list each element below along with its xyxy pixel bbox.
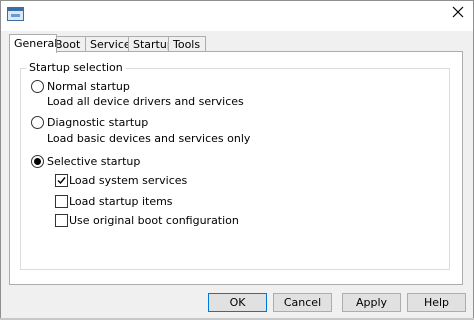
dialog-body: General Boot Services Startup Tools Star…: [1, 31, 473, 319]
normal-startup-description: Load all device drivers and services: [47, 95, 244, 108]
load-system-services-checkbox[interactable]: [55, 174, 68, 187]
selective-startup-radio[interactable]: [31, 155, 44, 168]
title-bar[interactable]: [1, 1, 473, 31]
selective-startup-label[interactable]: Selective startup: [47, 155, 140, 168]
cancel-button[interactable]: Cancel: [273, 293, 332, 312]
tab-general[interactable]: General: [9, 34, 57, 53]
normal-startup-label[interactable]: Normal startup: [47, 80, 130, 93]
close-icon: [452, 6, 464, 18]
diagnostic-startup-radio[interactable]: [31, 116, 44, 129]
help-button[interactable]: Help: [407, 293, 466, 312]
msconfig-window-icon: [7, 7, 24, 21]
normal-startup-radio[interactable]: [31, 80, 44, 93]
diagnostic-startup-label[interactable]: Diagnostic startup: [47, 116, 148, 129]
close-button[interactable]: [443, 1, 473, 31]
startup-selection-label: Startup selection: [26, 61, 126, 74]
checkmark-icon: [57, 177, 66, 185]
use-original-boot-config-checkbox[interactable]: [55, 214, 68, 227]
system-configuration-window: General Boot Services Startup Tools Star…: [0, 0, 474, 320]
load-system-services-label[interactable]: Load system services: [69, 174, 187, 187]
load-startup-items-checkbox[interactable]: [55, 195, 68, 208]
use-original-boot-config-label[interactable]: Use original boot configuration: [69, 214, 239, 227]
apply-button[interactable]: Apply: [342, 293, 401, 312]
general-tab-page: Startup selection Normal startup Load al…: [9, 51, 463, 285]
load-startup-items-label[interactable]: Load startup items: [69, 195, 173, 208]
diagnostic-startup-description: Load basic devices and services only: [47, 132, 251, 145]
ok-button[interactable]: OK: [208, 293, 267, 312]
